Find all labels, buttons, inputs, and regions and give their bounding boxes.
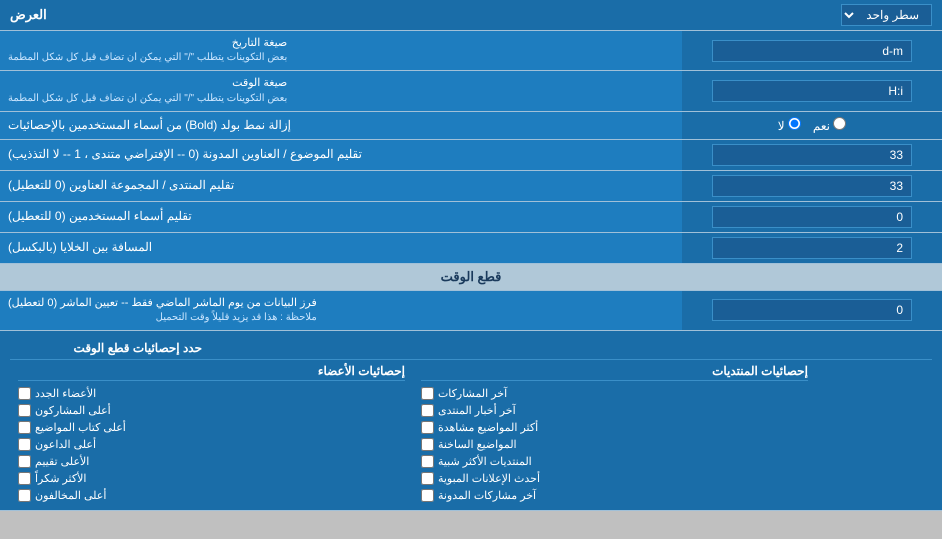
stats-section-header: حدد إحصائيات قطع الوقت — [10, 337, 210, 359]
stat-most-thanked: الأكثر شكراً — [18, 470, 405, 487]
cut-time-header: قطع الوقت — [0, 264, 942, 291]
bold-radio-yes[interactable] — [833, 117, 846, 130]
subject-titles-row: تقليم الموضوع / العناوين المدونة (0 -- ا… — [0, 140, 942, 171]
subject-titles-input[interactable] — [712, 144, 912, 166]
stat-last-posts-label: آخر المشاركات — [438, 387, 507, 400]
time-format-input[interactable] — [712, 80, 912, 102]
date-format-title: صيغة التاريخ — [8, 36, 287, 51]
cut-time-input-cell — [682, 291, 942, 330]
stat-top-posters: أعلى المشاركون — [18, 402, 405, 419]
stat-hot-topics: المواضيع الساخنة — [421, 436, 808, 453]
space-between-label: المسافة بين الخلايا (بالبكسل) — [0, 233, 682, 263]
usernames-trim-label: تقليم أسماء المستخدمين (0 للتعطيل) — [0, 202, 682, 232]
stat-top-authors-checkbox[interactable] — [18, 421, 31, 434]
stat-most-similar-checkbox[interactable] — [421, 455, 434, 468]
stat-most-viewed-label: أكثر المواضيع مشاهدة — [438, 421, 538, 434]
date-format-row: صيغة التاريخ بعض التكوينات يتطلب "/" الت… — [0, 31, 942, 71]
stat-new-members-label: الأعضاء الجدد — [35, 387, 96, 400]
stat-blog-posts-label: آخر مشاركات المدونة — [438, 489, 536, 502]
forum-titles-input[interactable] — [712, 175, 912, 197]
stat-top-posters-label: أعلى المشاركون — [35, 404, 111, 417]
stat-highest-rated-checkbox[interactable] — [18, 455, 31, 468]
time-format-sub: بعض التكوينات يتطلب "/" التي يمكن ان تضا… — [8, 92, 287, 106]
stat-latest-ads-checkbox[interactable] — [421, 472, 434, 485]
forum-stats-header: إحصائيات المنتديات — [421, 364, 808, 381]
forum-stats-col: إحصائيات المنتديات آخر المشاركات آخر أخب… — [413, 364, 816, 504]
stat-top-violators: أعلى المخالفون — [18, 487, 405, 504]
usernames-trim-input[interactable] — [712, 206, 912, 228]
bold-remove-label: إزالة نمط بولد (Bold) من أسماء المستخدمي… — [0, 112, 682, 139]
stat-most-viewed-checkbox[interactable] — [421, 421, 434, 434]
stat-top-authors-label: أعلى كتاب المواضيع — [35, 421, 126, 434]
stat-most-similar-label: المنتديات الأكثر شبية — [438, 455, 532, 468]
bold-remove-row: نعم لا إزالة نمط بولد (Bold) من أسماء ال… — [0, 112, 942, 140]
stat-blog-posts: آخر مشاركات المدونة — [421, 487, 808, 504]
stat-forum-news-label: آخر أخبار المنتدى — [438, 404, 516, 417]
cut-time-note: ملاحظة : هذا قد يزيد قليلاً وقت التحميل — [8, 311, 317, 325]
stat-blog-posts-checkbox[interactable] — [421, 489, 434, 502]
checkbox-columns: إحصائيات المنتديات آخر المشاركات آخر أخب… — [10, 364, 932, 504]
stat-forum-news-checkbox[interactable] — [421, 404, 434, 417]
header-title: العرض — [10, 7, 47, 23]
stat-highest-rated-label: الأعلى تقييم — [35, 455, 89, 468]
forum-titles-input-cell — [682, 171, 942, 201]
forum-titles-row: تقليم المنتدى / المجموعة العناوين (0 للت… — [0, 171, 942, 202]
bold-radio-no[interactable] — [788, 117, 801, 130]
date-format-label: صيغة التاريخ بعض التكوينات يتطلب "/" الت… — [0, 31, 682, 70]
cut-time-title: فرز البيانات من يوم الماشر الماضي فقط --… — [8, 296, 317, 311]
bold-radio-no-label[interactable]: لا — [778, 117, 801, 133]
members-stats-col: إحصائيات الأعضاء الأعضاء الجدد أعلى المش… — [10, 364, 413, 504]
stat-new-members-checkbox[interactable] — [18, 387, 31, 400]
subject-titles-label: تقليم الموضوع / العناوين المدونة (0 -- ا… — [0, 140, 682, 170]
stat-most-viewed: أكثر المواضيع مشاهدة — [421, 419, 808, 436]
stat-top-authors: أعلى كتاب المواضيع — [18, 419, 405, 436]
stat-most-thanked-checkbox[interactable] — [18, 472, 31, 485]
stat-top-posters-checkbox[interactable] — [18, 404, 31, 417]
cut-time-input[interactable] — [712, 299, 912, 321]
stat-most-similar: المنتديات الأكثر شبية — [421, 453, 808, 470]
stat-highest-rated: الأعلى تقييم — [18, 453, 405, 470]
stat-hot-topics-checkbox[interactable] — [421, 438, 434, 451]
stat-last-posts-checkbox[interactable] — [421, 387, 434, 400]
date-format-input-cell — [682, 31, 942, 70]
cut-time-row: فرز البيانات من يوم الماشر الماضي فقط --… — [0, 291, 942, 331]
date-format-sub: بعض التكوينات يتطلب "/" التي يمكن ان تضا… — [8, 51, 287, 65]
time-format-label: صيغة الوقت بعض التكوينات يتطلب "/" التي … — [0, 71, 682, 110]
stat-last-posts: آخر المشاركات — [421, 385, 808, 402]
forum-titles-label: تقليم المنتدى / المجموعة العناوين (0 للت… — [0, 171, 682, 201]
bold-radio-yes-label[interactable]: نعم — [813, 117, 846, 133]
usernames-trim-input-cell — [682, 202, 942, 232]
stat-most-thanked-label: الأكثر شكراً — [35, 472, 86, 485]
space-between-row: المسافة بين الخلايا (بالبكسل) — [0, 233, 942, 264]
header-row: سطر واحد العرض — [0, 0, 942, 31]
cut-time-label: فرز البيانات من يوم الماشر الماضي فقط --… — [0, 291, 682, 330]
display-dropdown[interactable]: سطر واحد — [841, 4, 932, 26]
space-between-input[interactable] — [712, 237, 912, 259]
stat-latest-ads: أحدث الإعلانات المبوية — [421, 470, 808, 487]
time-format-row: صيغة الوقت بعض التكوينات يتطلب "/" التي … — [0, 71, 942, 111]
subject-titles-input-cell — [682, 140, 942, 170]
stat-top-inviters: أعلى الداعون — [18, 436, 405, 453]
stat-new-members: الأعضاء الجدد — [18, 385, 405, 402]
time-format-input-cell — [682, 71, 942, 110]
stat-hot-topics-label: المواضيع الساخنة — [438, 438, 517, 451]
stat-latest-ads-label: أحدث الإعلانات المبوية — [438, 472, 540, 485]
stats-section: حدد إحصائيات قطع الوقت إحصائيات المنتديا… — [0, 331, 942, 511]
time-format-title: صيغة الوقت — [8, 76, 287, 91]
stat-top-inviters-checkbox[interactable] — [18, 438, 31, 451]
members-stats-header: إحصائيات الأعضاء — [18, 364, 405, 381]
bold-remove-radio-cell: نعم لا — [682, 112, 942, 139]
space-between-input-cell — [682, 233, 942, 263]
stat-top-violators-label: أعلى المخالفون — [35, 489, 106, 502]
stat-top-violators-checkbox[interactable] — [18, 489, 31, 502]
usernames-trim-row: تقليم أسماء المستخدمين (0 للتعطيل) — [0, 202, 942, 233]
stat-forum-news: آخر أخبار المنتدى — [421, 402, 808, 419]
stat-top-inviters-label: أعلى الداعون — [35, 438, 96, 451]
date-format-input[interactable] — [712, 40, 912, 62]
